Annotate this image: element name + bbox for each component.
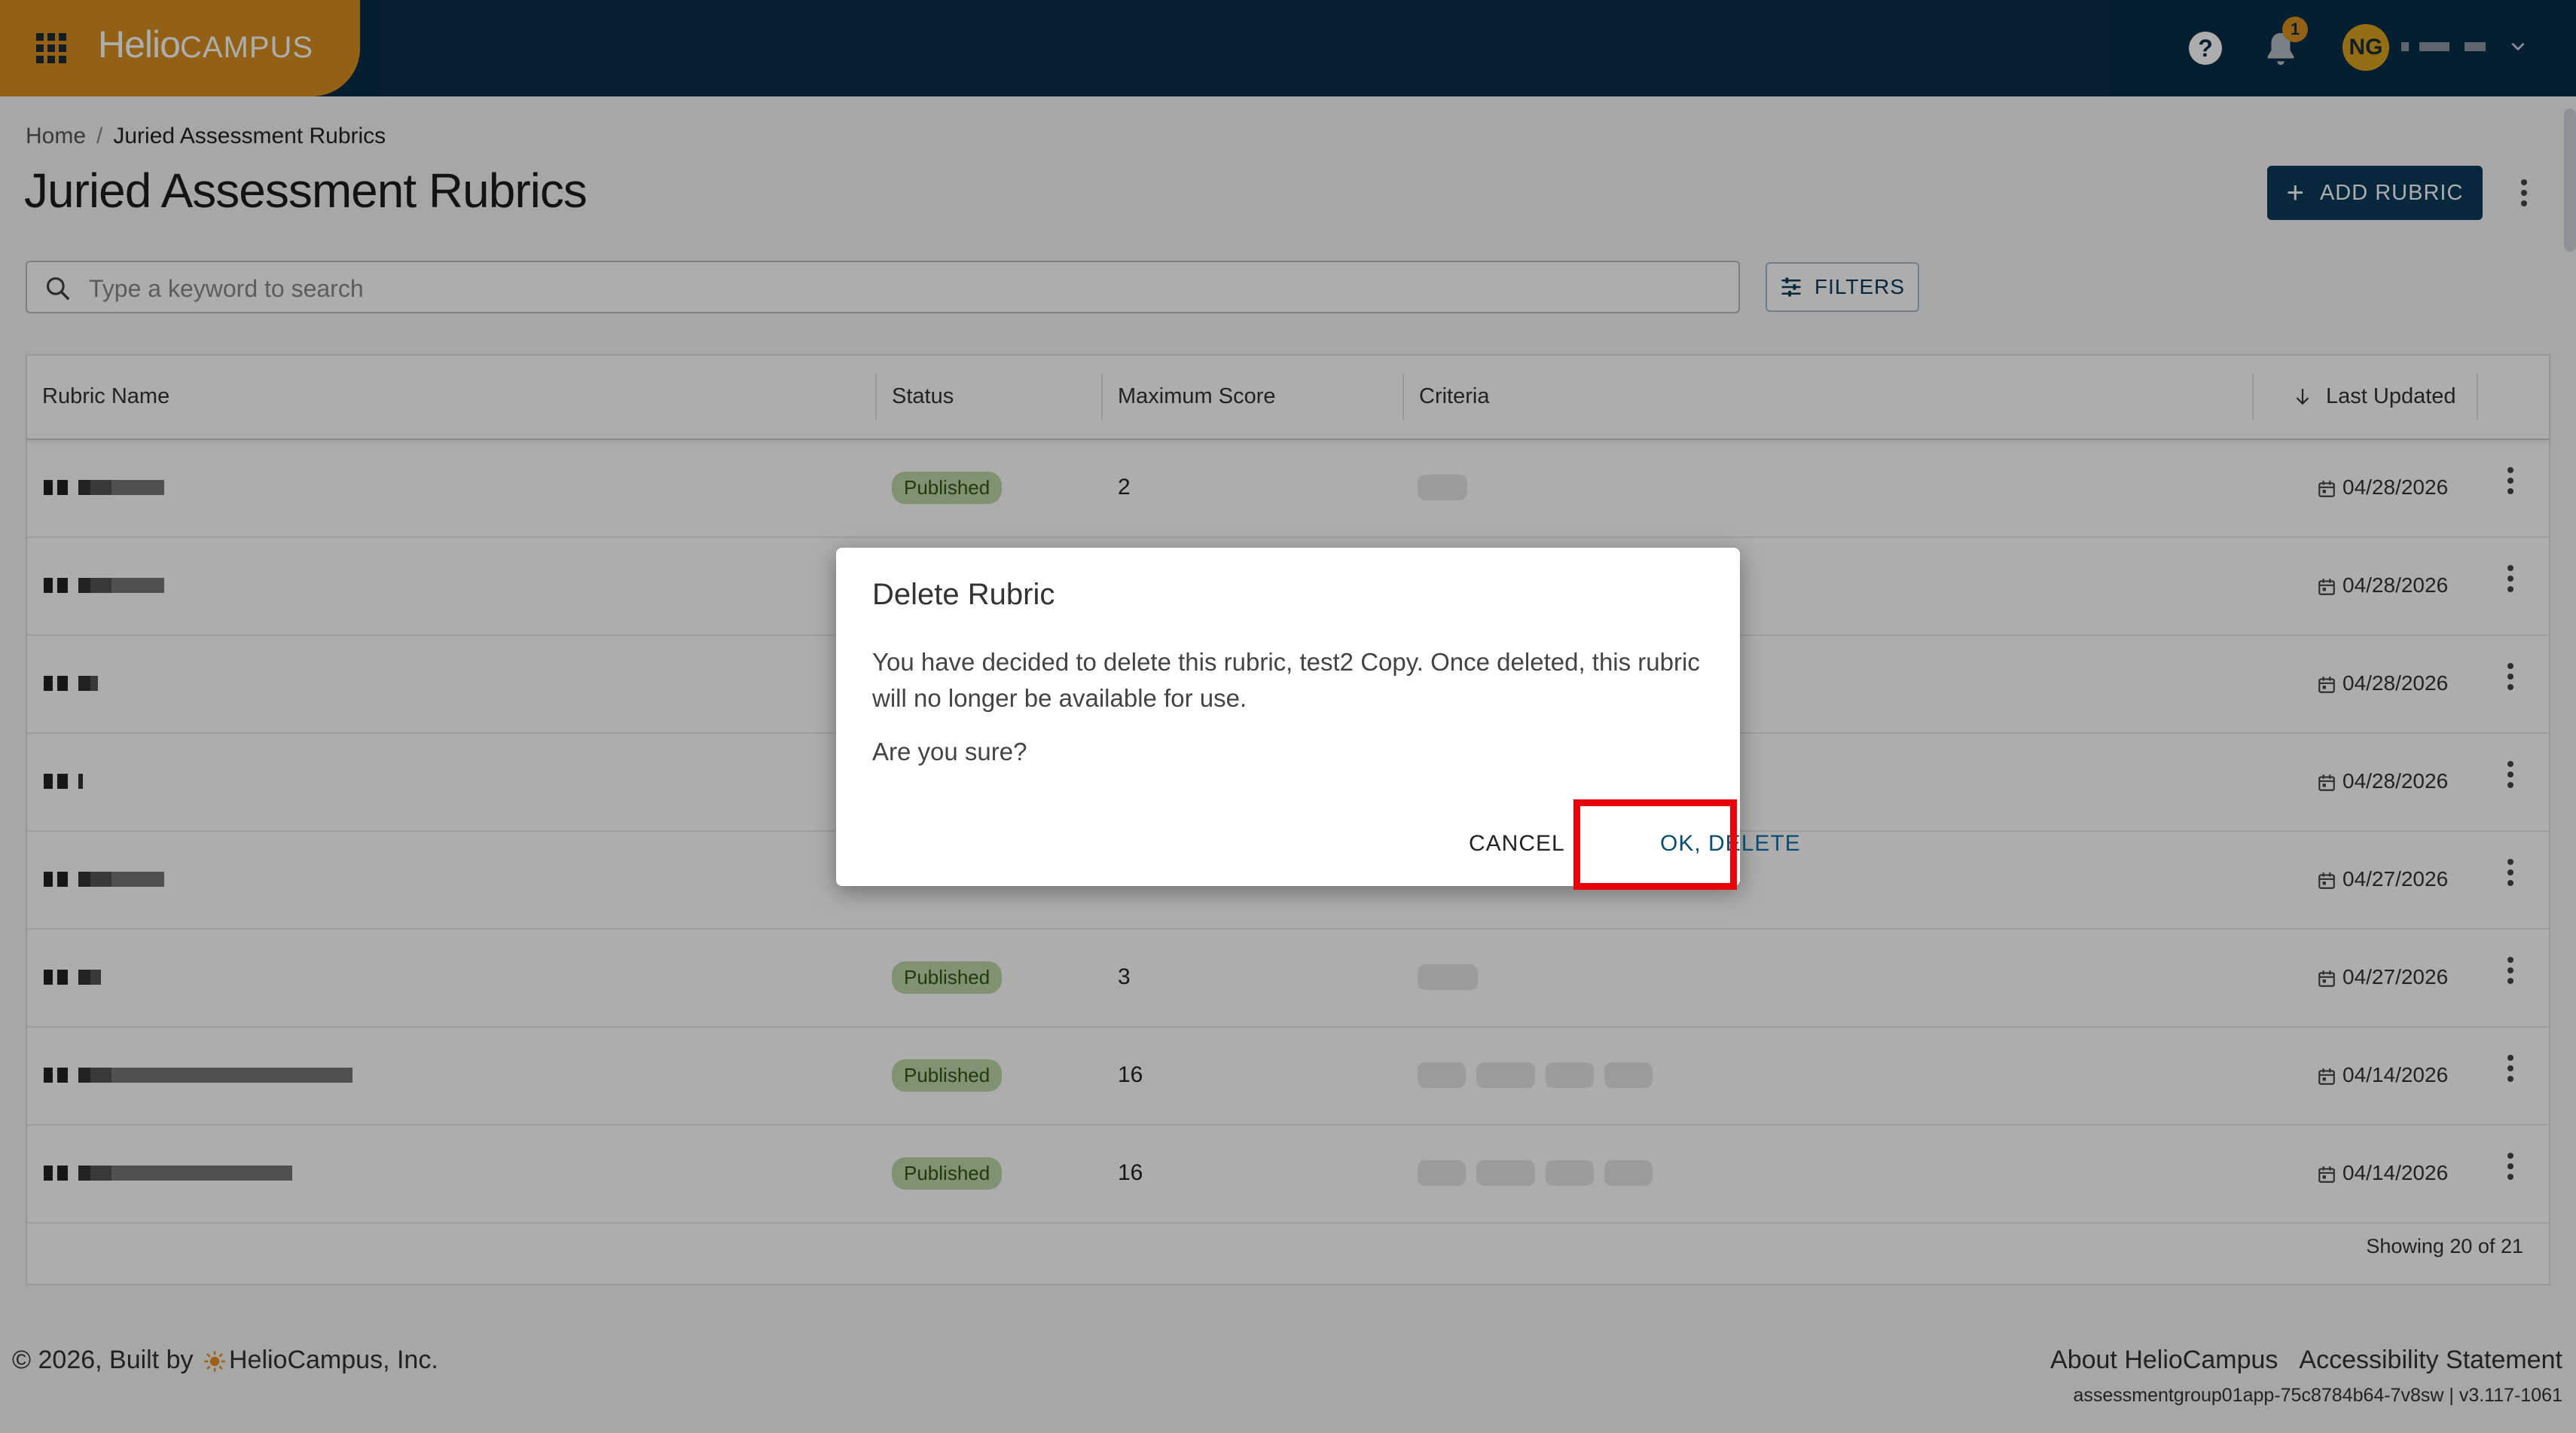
dialog-question: Are you sure? <box>872 738 1027 765</box>
confirm-button-highlight <box>1573 799 1737 890</box>
scrollbar-thumb[interactable] <box>2564 108 2576 252</box>
dialog-title: Delete Rubric <box>872 578 1055 611</box>
dialog-message: You have decided to delete this rubric, … <box>872 648 1700 712</box>
cancel-button[interactable]: CANCEL <box>1469 831 1565 857</box>
